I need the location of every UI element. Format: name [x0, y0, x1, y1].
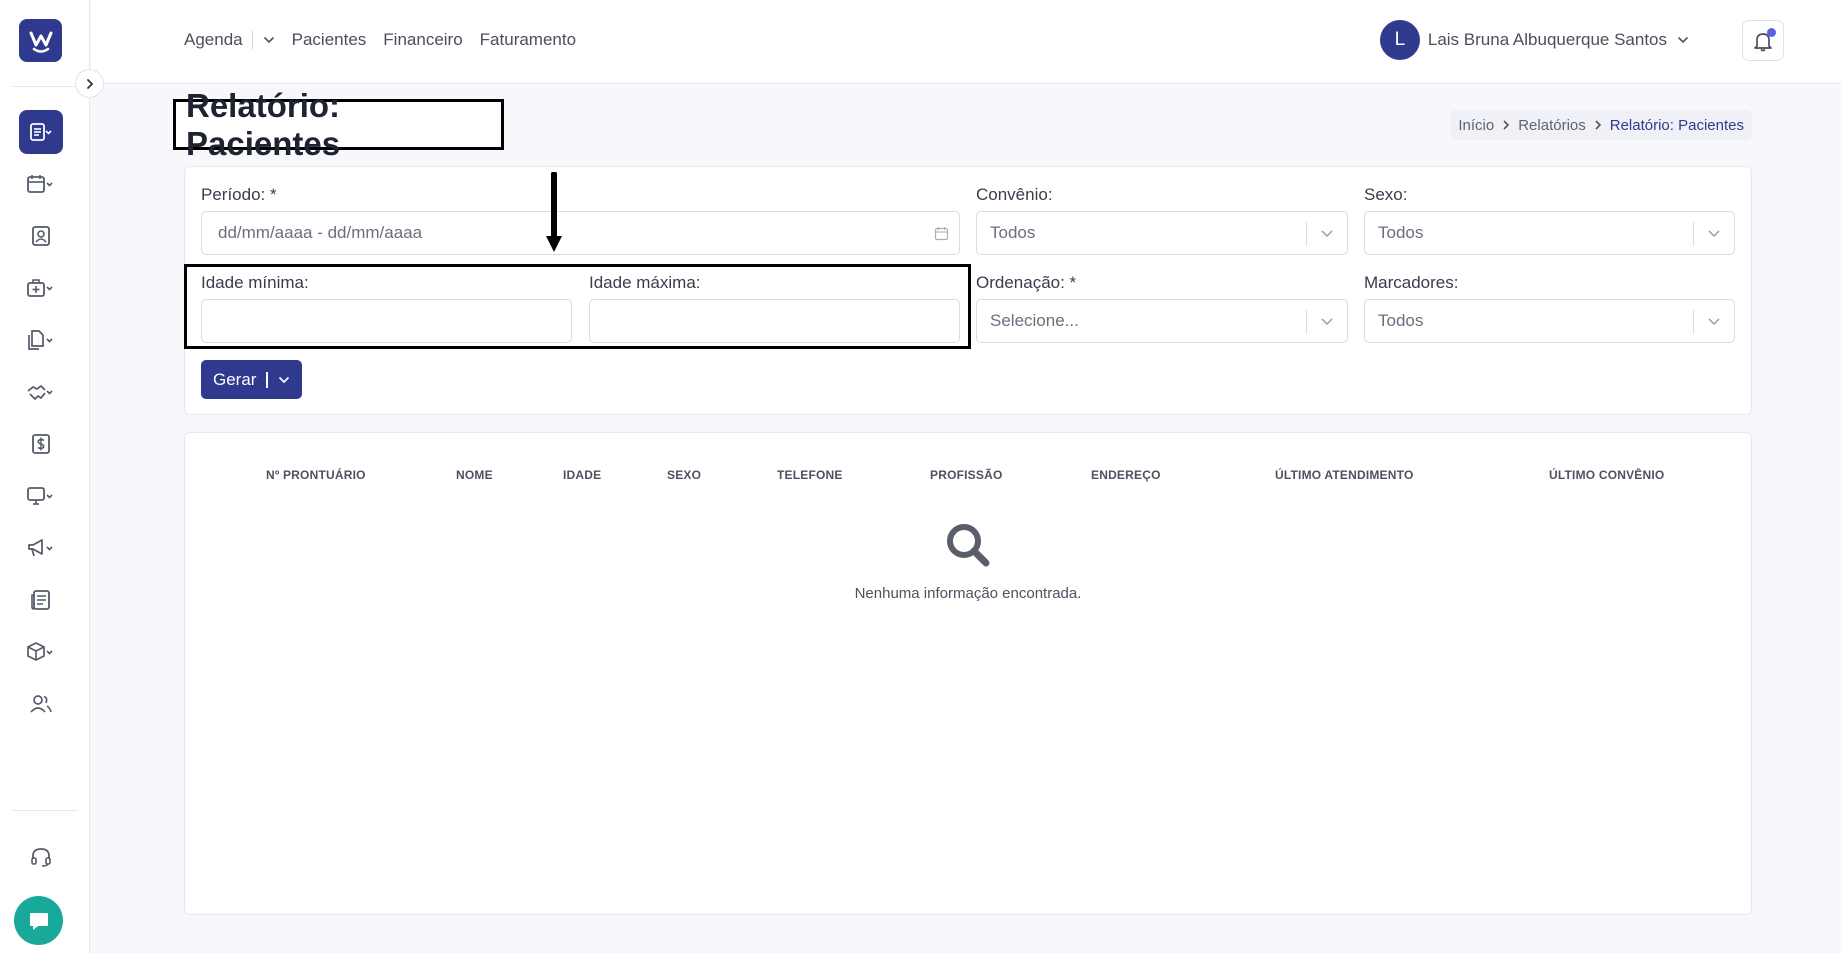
chat-icon	[29, 912, 48, 930]
chevron-right-icon	[86, 78, 93, 89]
reports-icon	[30, 123, 52, 141]
chat-button[interactable]	[14, 896, 63, 945]
convenio-label: Convênio:	[976, 185, 1053, 204]
handshake-icon	[27, 384, 53, 401]
idade-maxima-label: Idade máxima:	[589, 273, 701, 292]
documents-icon	[28, 330, 53, 350]
sidebar-item-documents[interactable]	[19, 318, 63, 362]
chevron-down-icon	[1321, 318, 1333, 326]
box-icon	[27, 642, 53, 661]
chevron-down-icon	[263, 36, 274, 44]
chevron-right-icon	[1595, 120, 1601, 130]
calendar-icon	[934, 227, 949, 241]
column-header[interactable]: PROFISSÃO	[930, 468, 1002, 482]
nav-agenda[interactable]: Agenda	[184, 30, 243, 50]
top-navbar: Agenda Pacientes Financeiro Faturamento …	[91, 0, 1841, 84]
notifications-button[interactable]	[1742, 20, 1784, 61]
marcadores-select[interactable]: Todos	[1364, 299, 1735, 343]
page-title: Relatório: Pacientes	[173, 87, 504, 162]
sidebar-toggle-button[interactable]	[75, 69, 104, 98]
column-header[interactable]: SEXO	[667, 468, 701, 482]
breadcrumb-current: Relatório: Pacientes	[1609, 116, 1744, 134]
ordenacao-value: Selecione...	[990, 311, 1079, 330]
ordenacao-label: Ordenação: *	[976, 273, 1077, 292]
avatar: L	[1379, 20, 1420, 60]
breadcrumb: Início Relatórios Relatório: Pacientes	[1450, 110, 1752, 140]
gerar-button[interactable]: Gerar	[201, 360, 302, 399]
main-nav: Agenda Pacientes Financeiro Faturamento	[184, 30, 593, 50]
column-header[interactable]: Nº PRONTUÁRIO	[266, 468, 366, 482]
nav-pacientes[interactable]: Pacientes	[292, 30, 367, 50]
notification-dot	[1767, 28, 1776, 37]
column-header[interactable]: NOME	[456, 468, 493, 482]
column-header[interactable]: IDADE	[563, 468, 601, 482]
marcadores-value: Todos	[1378, 311, 1424, 330]
patient-card-icon	[32, 226, 50, 246]
sidebar-item-medical[interactable]	[19, 266, 63, 310]
idade-minima-input[interactable]	[201, 299, 572, 343]
breadcrumb-reports[interactable]: Relatórios	[1518, 117, 1586, 134]
dollar-icon	[32, 434, 50, 454]
empty-message: Nenhuma informação encontrada.	[854, 585, 1082, 602]
logo-icon	[29, 31, 52, 53]
sexo-label: Sexo:	[1364, 185, 1408, 204]
idade-minima-label: Idade mínima:	[201, 273, 309, 292]
chevron-down-icon	[1708, 230, 1720, 238]
users-icon	[30, 695, 52, 713]
results-card	[184, 432, 1752, 915]
sidebar-item-agreements[interactable]	[19, 370, 63, 414]
user-menu[interactable]: L Lais Bruna Albuquerque Santos	[1379, 20, 1689, 60]
periodo-placeholder: dd/mm/aaaa - dd/mm/aaaa	[218, 223, 423, 242]
periodo-input[interactable]: dd/mm/aaaa - dd/mm/aaaa	[201, 211, 960, 255]
gerar-label: Gerar	[213, 369, 257, 389]
ordenacao-select[interactable]: Selecione...	[976, 299, 1348, 343]
sexo-select[interactable]: Todos	[1364, 211, 1735, 255]
sidebar-item-users[interactable]	[19, 682, 63, 726]
medical-kit-icon	[27, 279, 53, 297]
search-icon	[947, 524, 990, 567]
nav-agenda-dropdown[interactable]	[263, 36, 275, 44]
user-name: Lais Bruna Albuquerque Santos	[1427, 30, 1667, 49]
sexo-value: Todos	[1378, 223, 1424, 242]
sidebar-item-inventory[interactable]	[19, 630, 63, 674]
chevron-down-icon	[1708, 318, 1720, 326]
convenio-value: Todos	[990, 223, 1036, 242]
column-header[interactable]: ÚLTIMO CONVÊNIO	[1549, 468, 1664, 482]
app-logo[interactable]	[19, 19, 62, 62]
marcadores-label: Marcadores:	[1364, 273, 1459, 292]
chevron-down-icon	[1677, 36, 1689, 44]
breadcrumb-home[interactable]: Início	[1458, 117, 1494, 134]
sidebar-item-support[interactable]	[19, 835, 63, 879]
chevron-right-icon	[1503, 120, 1510, 130]
monitor-icon	[27, 487, 53, 505]
sidebar-item-telemedicine[interactable]	[19, 474, 63, 518]
convenio-select[interactable]: Todos	[976, 211, 1348, 255]
sidebar-item-reports[interactable]	[19, 110, 63, 154]
chevron-down-icon	[1321, 230, 1333, 238]
sidebar-item-financial[interactable]	[19, 422, 63, 466]
column-header[interactable]: ÚLTIMO ATENDIMENTO	[1275, 468, 1413, 482]
sidebar-item-marketing[interactable]	[19, 526, 63, 570]
sidebar-item-calendar[interactable]	[19, 162, 63, 206]
nav-financeiro[interactable]: Financeiro	[383, 30, 462, 50]
chevron-down-icon	[278, 376, 290, 383]
sidebar	[0, 0, 90, 953]
sidebar-item-patients[interactable]	[19, 214, 63, 258]
filter-card	[184, 166, 1752, 415]
idade-maxima-input[interactable]	[589, 299, 960, 343]
periodo-label: Período: *	[201, 185, 277, 204]
calendar-icon	[27, 175, 53, 193]
headset-icon	[31, 848, 51, 867]
nav-faturamento[interactable]: Faturamento	[480, 30, 576, 50]
column-header[interactable]: TELEFONE	[777, 468, 843, 482]
column-header[interactable]: ENDEREÇO	[1091, 468, 1161, 482]
annotation-arrow-icon	[546, 172, 562, 252]
megaphone-icon	[28, 539, 53, 557]
